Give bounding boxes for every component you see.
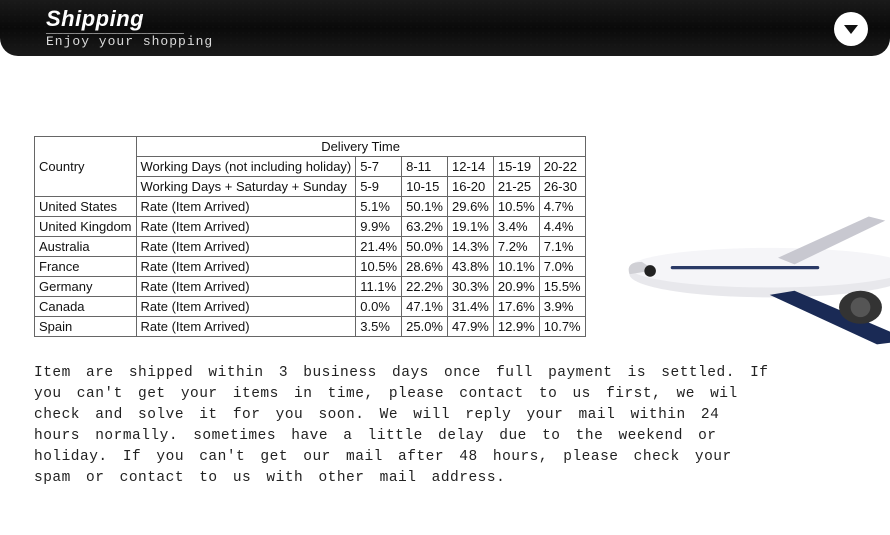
rate-cell: 9.9%: [356, 217, 402, 237]
collapse-button[interactable]: [834, 12, 868, 46]
rate-cell: 4.4%: [539, 217, 585, 237]
delivery-table: Country Delivery Time Working Days (not …: [34, 136, 586, 337]
rate-cell: 10.1%: [493, 257, 539, 277]
col: 16-20: [448, 177, 494, 197]
country-cell: France: [35, 257, 137, 277]
rate-label-cell: Rate (Item Arrived): [136, 197, 356, 217]
section-header: Shipping Enjoy your shopping: [0, 0, 890, 56]
rate-cell: 10.5%: [493, 197, 539, 217]
section-title: Shipping: [46, 6, 184, 34]
rate-cell: 4.7%: [539, 197, 585, 217]
rate-cell: 3.4%: [493, 217, 539, 237]
full-days-label: Working Days + Saturday + Sunday: [136, 177, 356, 197]
section-subtitle: Enjoy your shopping: [46, 34, 890, 49]
col: 21-25: [493, 177, 539, 197]
rate-cell: 3.5%: [356, 317, 402, 337]
table-row: FranceRate (Item Arrived)10.5%28.6%43.8%…: [35, 257, 586, 277]
table-row: AustraliaRate (Item Arrived)21.4%50.0%14…: [35, 237, 586, 257]
table-row: United StatesRate (Item Arrived)5.1%50.1…: [35, 197, 586, 217]
rate-cell: 15.5%: [539, 277, 585, 297]
col: 20-22: [539, 157, 585, 177]
rate-cell: 19.1%: [448, 217, 494, 237]
country-cell: Germany: [35, 277, 137, 297]
table-row: GermanyRate (Item Arrived)11.1%22.2%30.3…: [35, 277, 586, 297]
chevron-down-icon: [842, 20, 860, 38]
working-days-label: Working Days (not including holiday): [136, 157, 356, 177]
delivery-time-header: Delivery Time: [136, 137, 585, 157]
country-cell: Australia: [35, 237, 137, 257]
rate-cell: 25.0%: [402, 317, 448, 337]
rate-cell: 47.9%: [448, 317, 494, 337]
rate-label-cell: Rate (Item Arrived): [136, 317, 356, 337]
col: 8-11: [402, 157, 448, 177]
rate-label-cell: Rate (Item Arrived): [136, 297, 356, 317]
table-row: SpainRate (Item Arrived)3.5%25.0%47.9%12…: [35, 317, 586, 337]
col: 5-9: [356, 177, 402, 197]
rate-cell: 14.3%: [448, 237, 494, 257]
rate-cell: 43.8%: [448, 257, 494, 277]
col: 5-7: [356, 157, 402, 177]
rate-cell: 0.0%: [356, 297, 402, 317]
col: 26-30: [539, 177, 585, 197]
rate-cell: 7.2%: [493, 237, 539, 257]
rate-cell: 5.1%: [356, 197, 402, 217]
table-row: United KingdomRate (Item Arrived)9.9%63.…: [35, 217, 586, 237]
rate-cell: 20.9%: [493, 277, 539, 297]
rate-cell: 47.1%: [402, 297, 448, 317]
rate-cell: 11.1%: [356, 277, 402, 297]
country-header: Country: [35, 137, 137, 197]
rate-cell: 7.1%: [539, 237, 585, 257]
table-row: CanadaRate (Item Arrived)0.0%47.1%31.4%1…: [35, 297, 586, 317]
rate-label-cell: Rate (Item Arrived): [136, 257, 356, 277]
rate-label-cell: Rate (Item Arrived): [136, 217, 356, 237]
rate-cell: 31.4%: [448, 297, 494, 317]
rate-label-cell: Rate (Item Arrived): [136, 277, 356, 297]
col: 15-19: [493, 157, 539, 177]
rate-cell: 21.4%: [356, 237, 402, 257]
rate-label-cell: Rate (Item Arrived): [136, 237, 356, 257]
rate-cell: 22.2%: [402, 277, 448, 297]
country-cell: United States: [35, 197, 137, 217]
shipping-description: Item are shipped within 3 business days …: [34, 363, 774, 489]
rate-cell: 28.6%: [402, 257, 448, 277]
rate-cell: 17.6%: [493, 297, 539, 317]
rate-cell: 30.3%: [448, 277, 494, 297]
rate-cell: 50.1%: [402, 197, 448, 217]
country-cell: Spain: [35, 317, 137, 337]
rate-cell: 7.0%: [539, 257, 585, 277]
rate-cell: 3.9%: [539, 297, 585, 317]
country-cell: United Kingdom: [35, 217, 137, 237]
rate-cell: 63.2%: [402, 217, 448, 237]
rate-cell: 10.7%: [539, 317, 585, 337]
rate-cell: 29.6%: [448, 197, 494, 217]
country-cell: Canada: [35, 297, 137, 317]
col: 12-14: [448, 157, 494, 177]
rate-cell: 12.9%: [493, 317, 539, 337]
rate-cell: 10.5%: [356, 257, 402, 277]
col: 10-15: [402, 177, 448, 197]
rate-cell: 50.0%: [402, 237, 448, 257]
